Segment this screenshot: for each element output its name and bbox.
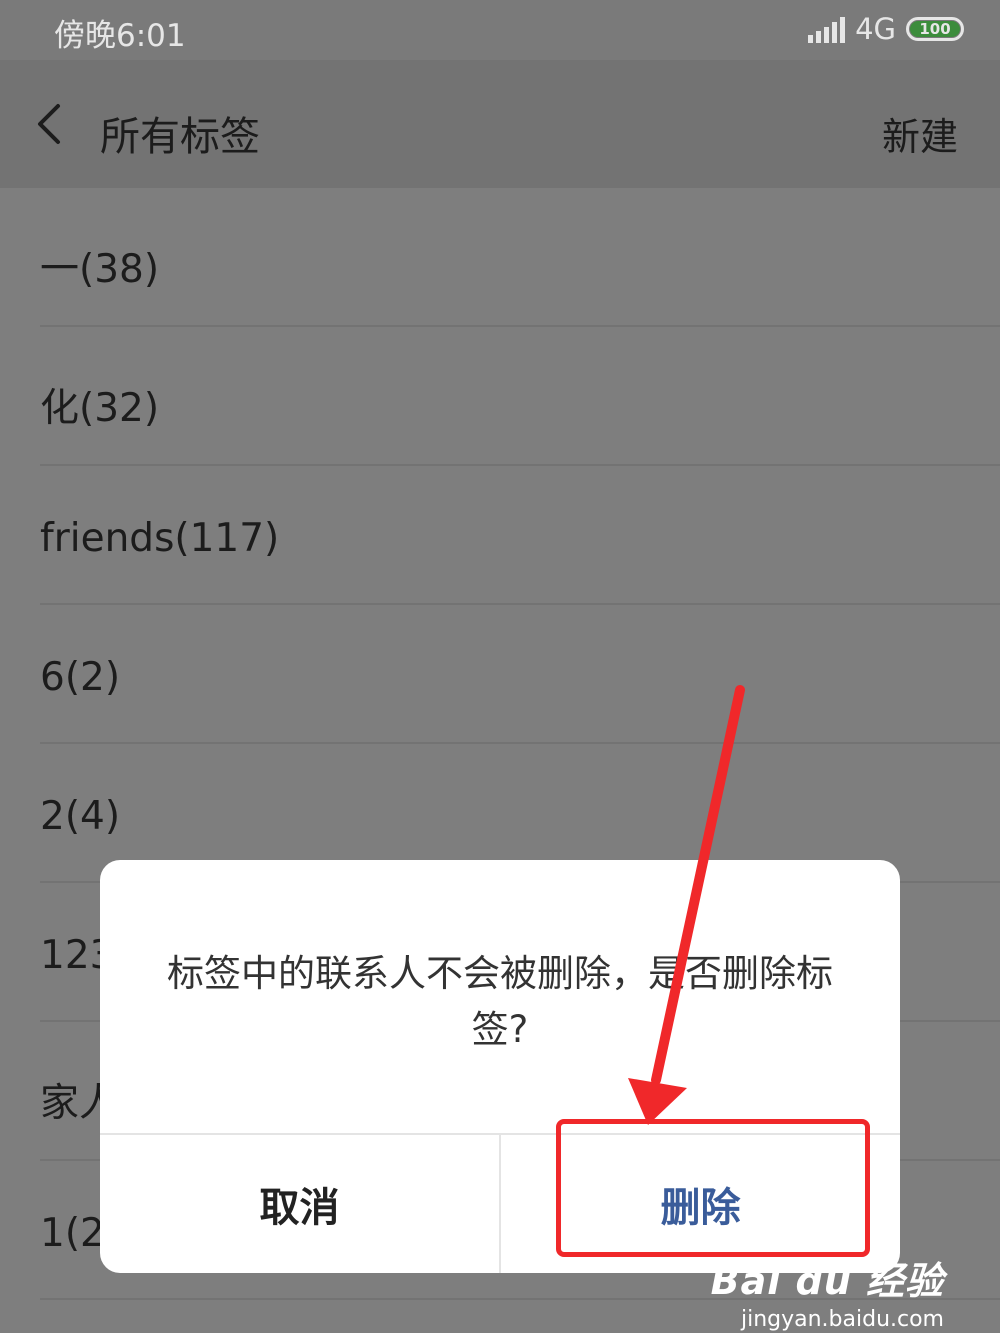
signal-icon [808,15,846,43]
dialog-message: 标签中的联系人不会被删除，是否删除标签? [167,952,833,1051]
tag-label: friends(117) [40,516,280,561]
tag-list-item[interactable]: 化(32) [0,327,1000,466]
new-tag-button[interactable]: 新建 [882,106,958,161]
delete-tag-dialog: 标签中的联系人不会被删除，是否删除标签? 取消 删除 [100,860,900,1273]
status-time: 傍晚6:01 [54,18,186,54]
back-arrow-icon[interactable] [32,102,66,146]
status-icons: 4G 100 [808,12,964,46]
battery-level: 100 [910,21,960,37]
network-type: 4G [855,12,896,46]
tag-list-item[interactable]: 6(2) [0,605,1000,744]
battery-icon: 100 [906,17,964,41]
status-bar: 傍晚6:01 4G 100 [0,0,1000,60]
tag-label: 一(38) [40,247,160,292]
cancel-button[interactable]: 取消 [100,1135,499,1273]
tag-label: 2(4) [40,794,121,839]
app-header: 所有标签 新建 [0,60,1000,188]
watermark-url: jingyan.baidu.com [740,1307,944,1332]
tag-list-item[interactable]: 一(38) [0,188,1000,327]
baidu-jingyan-watermark: Bai du 经验 jingyan.baidu.com [711,1250,944,1332]
tag-list-item[interactable]: friends(117) [0,466,1000,605]
tag-label: 1(2 [40,1211,105,1256]
tag-label: 化(32) [40,386,160,431]
tag-label: 6(2) [40,655,121,700]
page-title: 所有标签 [100,114,260,160]
watermark-logo: Bai du 经验 [710,1259,944,1303]
